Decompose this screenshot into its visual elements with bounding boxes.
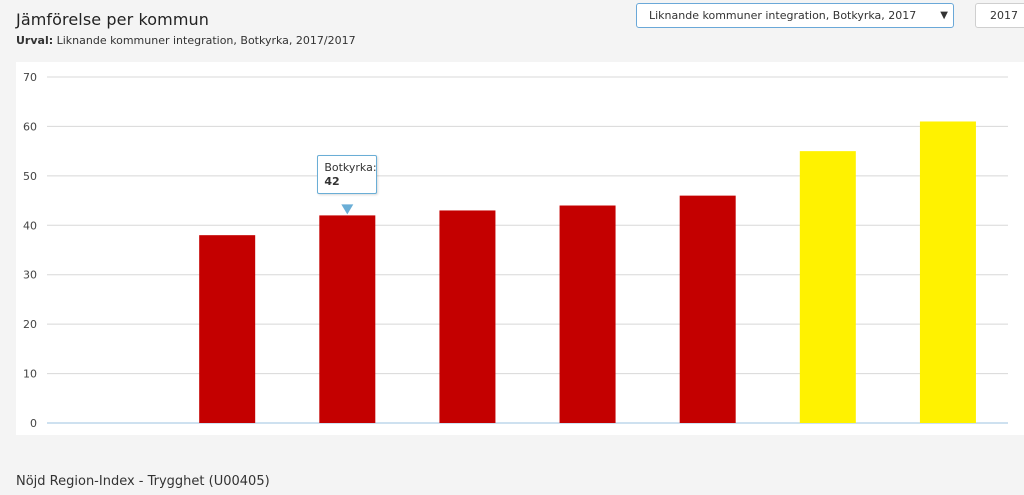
tooltip-label: Botkyrka: [324, 161, 377, 175]
year-select-value: 2017 [990, 9, 1018, 22]
section-title: Nöjd Region-Index - Trygghet (U00405) [16, 474, 270, 489]
y-tick-label: 40 [23, 219, 37, 232]
bar[interactable] [559, 205, 616, 423]
comparison-select[interactable]: Liknande kommuner integration, Botkyrka,… [636, 3, 954, 28]
selection-subtitle: Urval: Liknande kommuner integration, Bo… [16, 34, 356, 47]
y-tick-label: 60 [23, 120, 37, 133]
bar[interactable] [679, 195, 736, 423]
caret-down-icon: ▼ [940, 10, 948, 21]
subtitle-label: Urval: [16, 34, 54, 47]
y-tick-label: 10 [23, 368, 37, 381]
bar-tooltip: Botkyrka: 42 [317, 155, 378, 195]
bar[interactable] [319, 215, 376, 423]
y-tick-label: 20 [23, 318, 37, 331]
subtitle-text: Liknande kommuner integration, Botkyrka,… [56, 34, 356, 47]
chart-title: Jämförelse per kommun [16, 10, 210, 29]
bar[interactable] [799, 151, 856, 423]
tooltip-value: 42 [324, 175, 340, 189]
y-tick-label: 0 [30, 417, 37, 430]
bar[interactable] [199, 235, 256, 423]
year-select[interactable]: 2017 [975, 3, 1024, 28]
bar[interactable] [919, 121, 976, 423]
y-tick-label: 50 [23, 170, 37, 183]
page: Jämförelse per kommun Urval: Liknande ko… [0, 0, 1024, 495]
bar[interactable] [439, 210, 496, 423]
bar-chart: 0 10 20 30 40 50 60 70 [23, 71, 1008, 430]
chart-panel: 0 10 20 30 40 50 60 70 Botkyrka: 42 [16, 62, 1024, 435]
y-tick-label: 30 [23, 269, 37, 282]
y-tick-label: 70 [23, 71, 37, 84]
tooltip-pointer [341, 204, 354, 215]
comparison-select-value: Liknande kommuner integration, Botkyrka,… [649, 9, 917, 22]
